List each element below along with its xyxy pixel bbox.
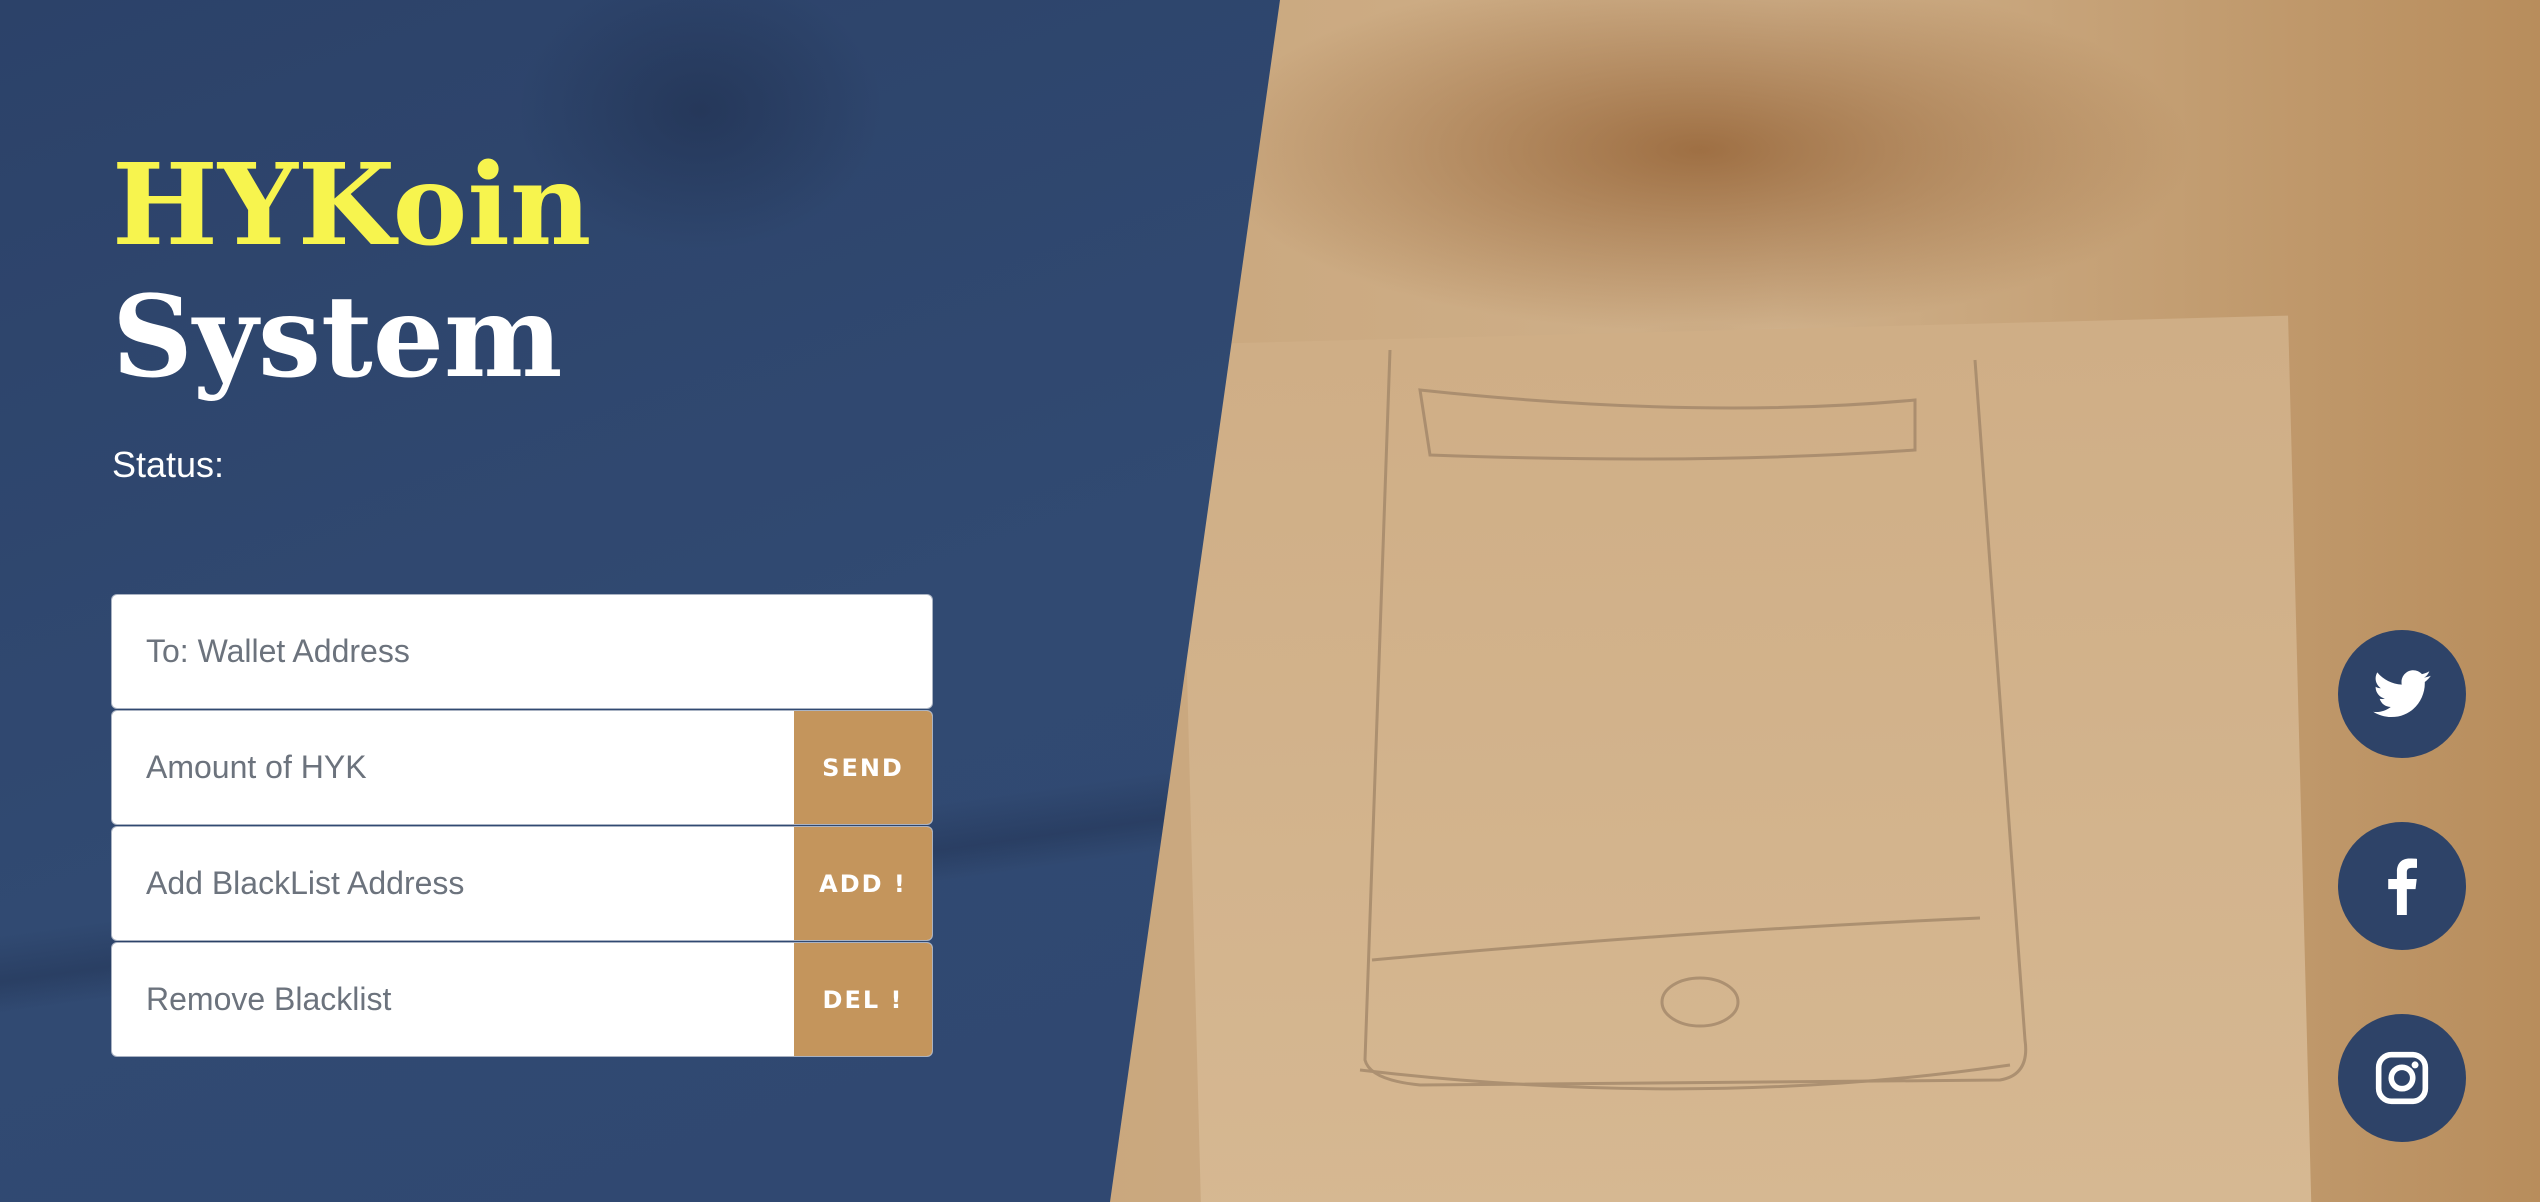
title-brand: HYKoin — [112, 140, 592, 271]
instagram-link[interactable] — [2338, 1014, 2466, 1142]
facebook-icon — [2388, 858, 2417, 915]
twitter-icon — [2373, 670, 2431, 718]
wallet-address-input[interactable] — [112, 595, 932, 708]
title-system: System — [112, 272, 563, 403]
blacklist-add-input[interactable] — [112, 827, 794, 940]
facebook-link[interactable] — [2338, 822, 2466, 950]
wallet-address-row — [112, 595, 932, 708]
blacklist-remove-input[interactable] — [112, 943, 794, 1056]
page: HYKoin System Status: SEND ADD ! DEL ! — [0, 0, 2540, 1202]
add-blacklist-button[interactable]: ADD ! — [794, 827, 932, 940]
instagram-icon — [2375, 1051, 2429, 1105]
blacklist-add-row: ADD ! — [112, 827, 932, 940]
social-links — [2338, 630, 2466, 1202]
blacklist-remove-row: DEL ! — [112, 943, 932, 1056]
delete-blacklist-button[interactable]: DEL ! — [794, 943, 932, 1056]
twitter-link[interactable] — [2338, 630, 2466, 758]
status-label: Status: — [112, 444, 225, 485]
amount-input[interactable] — [112, 711, 794, 824]
transaction-form: SEND ADD ! DEL ! — [112, 595, 932, 1059]
page-title: HYKoin System — [112, 140, 591, 404]
amount-row: SEND — [112, 711, 932, 824]
send-button[interactable]: SEND — [794, 711, 932, 824]
